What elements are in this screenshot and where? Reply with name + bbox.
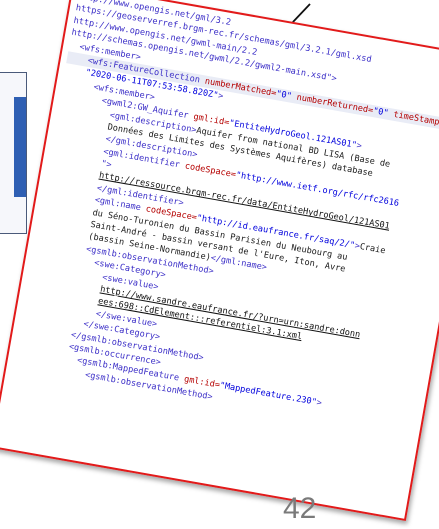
xml-token: "> [100, 158, 113, 171]
background-slide-frame [0, 72, 27, 234]
xml-token: > [217, 91, 225, 103]
xml-code-block: http://www.opengis.net/gml/3.2 https://ge… [12, 0, 439, 440]
page-number: 42 [283, 492, 317, 525]
xml-token: > [315, 398, 323, 409]
background-slide-accent [14, 97, 26, 197]
xml-token: > [355, 140, 363, 152]
xml-screenshot-panel: http://www.opengis.net/gml/3.2 https://ge… [0, 0, 439, 522]
